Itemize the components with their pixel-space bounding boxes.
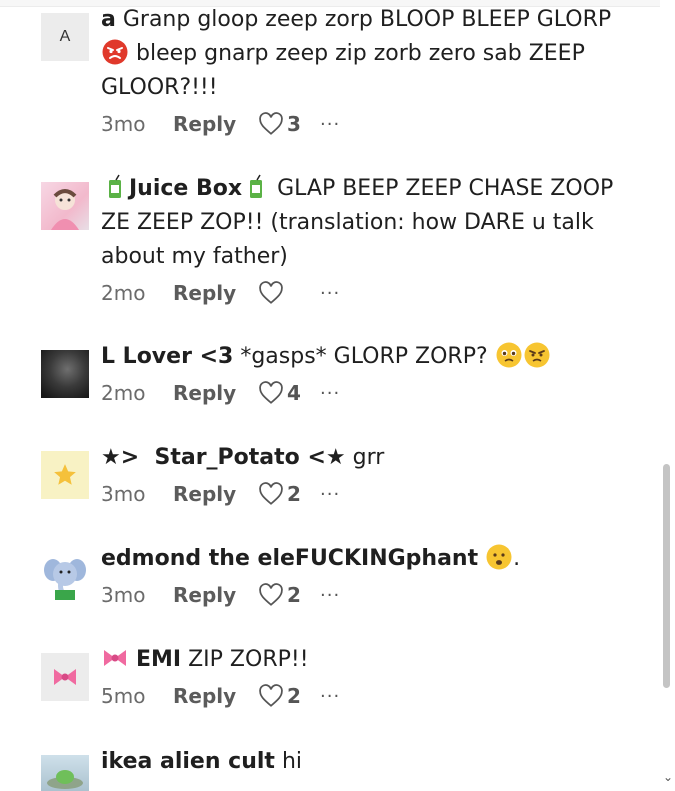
comment-body: grr [352, 445, 385, 470]
like-button[interactable]: 2 [258, 684, 320, 708]
avatar[interactable]: A [41, 13, 89, 61]
like-count: 3 [287, 112, 301, 136]
comment-author[interactable]: ★> Star_Potato <★ [101, 445, 346, 470]
angry-face-icon [102, 39, 128, 65]
comment-body: Granp gloop zeep zorp BLOOP BLEEP GLORP [122, 7, 612, 32]
reply-button[interactable]: Reply [173, 583, 258, 607]
comment-text: ikea alien cult hi [101, 745, 641, 779]
heart-outline-icon [259, 482, 283, 505]
comment-text: edmond the eleFUCKINGphant . [101, 542, 641, 576]
comment-author[interactable]: EMI [136, 647, 181, 672]
heart-outline-icon [259, 684, 283, 707]
comment-time: 3mo [101, 112, 146, 136]
comment-body-continued: bleep gnarp zeep zip zorb zero sab ZEEP … [101, 41, 585, 100]
comment-feed: A a Granp gloop zeep zorp BLOOP BLEEP GL… [0, 0, 660, 791]
comment-author[interactable]: ikea alien cult [101, 749, 275, 774]
avatar[interactable] [41, 182, 89, 230]
avatar[interactable] [41, 451, 89, 499]
comment-body: . [513, 546, 521, 571]
comment-actions: 3mo Reply 3 ··· [101, 107, 641, 141]
comment-body: ZIP ZORP!! [188, 647, 309, 672]
reply-button[interactable]: Reply [173, 381, 258, 405]
author-suffix: <★ [307, 445, 346, 470]
like-button[interactable]: 4 [258, 381, 320, 405]
comment-actions: 3mo Reply 2 ··· [101, 578, 641, 612]
heart-outline-icon [259, 281, 283, 304]
comment-actions: 2mo Reply ··· [101, 276, 641, 310]
comment-author[interactable]: a [101, 7, 116, 32]
like-button[interactable]: 3 [258, 112, 320, 136]
reply-button[interactable]: Reply [173, 112, 258, 136]
comment-text: L Lover <3 *gasps* GLORP ZORP? [101, 340, 641, 374]
comment-text: Juice Box GLAP BEEP ZEEP CHASE ZOOP ZE Z… [101, 172, 641, 274]
comment-time: 3mo [101, 482, 146, 506]
more-dots-icon[interactable]: ··· [320, 283, 340, 304]
heart-outline-icon [259, 112, 283, 135]
scroll-down-arrow-icon[interactable]: ⌄ [662, 770, 674, 784]
avatar[interactable] [41, 350, 89, 398]
avatar[interactable] [41, 552, 89, 600]
vertical-scrollbar[interactable]: ⌄ [660, 0, 675, 791]
reply-button[interactable]: Reply [173, 482, 258, 506]
comment-time: 5mo [101, 684, 146, 708]
comment-text: a Granp gloop zeep zorp BLOOP BLEEP GLOR… [101, 3, 641, 105]
comment-author[interactable]: edmond the eleFUCKINGphant [101, 546, 478, 571]
ribbon-icon [54, 669, 76, 685]
author-prefix: ★> [101, 445, 140, 470]
heart-outline-icon [259, 583, 283, 606]
more-dots-icon[interactable]: ··· [320, 114, 340, 135]
reply-button[interactable]: Reply [173, 684, 258, 708]
like-count: 4 [287, 381, 301, 405]
comment-time: 2mo [101, 281, 146, 305]
like-button[interactable]: 2 [258, 482, 320, 506]
comment-actions: 3mo Reply 2 ··· [101, 477, 641, 511]
more-dots-icon[interactable]: ··· [320, 484, 340, 505]
more-dots-icon[interactable]: ··· [320, 585, 340, 606]
comment-body: *gasps* GLORP ZORP? [240, 344, 488, 369]
reply-button[interactable]: Reply [173, 281, 258, 305]
star-icon [54, 464, 76, 485]
comment-author[interactable]: L Lover <3 [101, 344, 233, 369]
ribbon-icon [102, 645, 128, 671]
scrollbar-thumb[interactable] [663, 464, 670, 688]
avatar[interactable] [41, 653, 89, 701]
juice-box-icon [102, 174, 128, 200]
pouting-face-icon [524, 342, 550, 368]
worried-face-icon [486, 544, 512, 570]
comment-time: 2mo [101, 381, 146, 405]
like-count: 2 [287, 684, 301, 708]
heart-outline-icon [259, 381, 283, 404]
comment-author[interactable]: Juice Box [129, 176, 242, 201]
comment-actions: 2mo Reply 4 ··· [101, 376, 641, 410]
comment-text: ★> Star_Potato <★ grr [101, 441, 641, 475]
comment-text: EMI ZIP ZORP!! [101, 643, 641, 677]
comment-actions: 5mo Reply 2 ··· [101, 679, 641, 713]
more-dots-icon[interactable]: ··· [320, 686, 340, 707]
comment-time: 3mo [101, 583, 146, 607]
like-button[interactable]: 2 [258, 583, 320, 607]
comment-body: hi [281, 749, 302, 774]
author-name: Star_Potato [154, 445, 300, 470]
more-dots-icon[interactable]: ··· [320, 383, 340, 404]
like-button[interactable] [258, 281, 320, 305]
like-count: 2 [287, 583, 301, 607]
pleading-face-icon [496, 342, 522, 368]
avatar[interactable] [41, 755, 89, 791]
juice-box-icon [243, 174, 269, 200]
like-count: 2 [287, 482, 301, 506]
